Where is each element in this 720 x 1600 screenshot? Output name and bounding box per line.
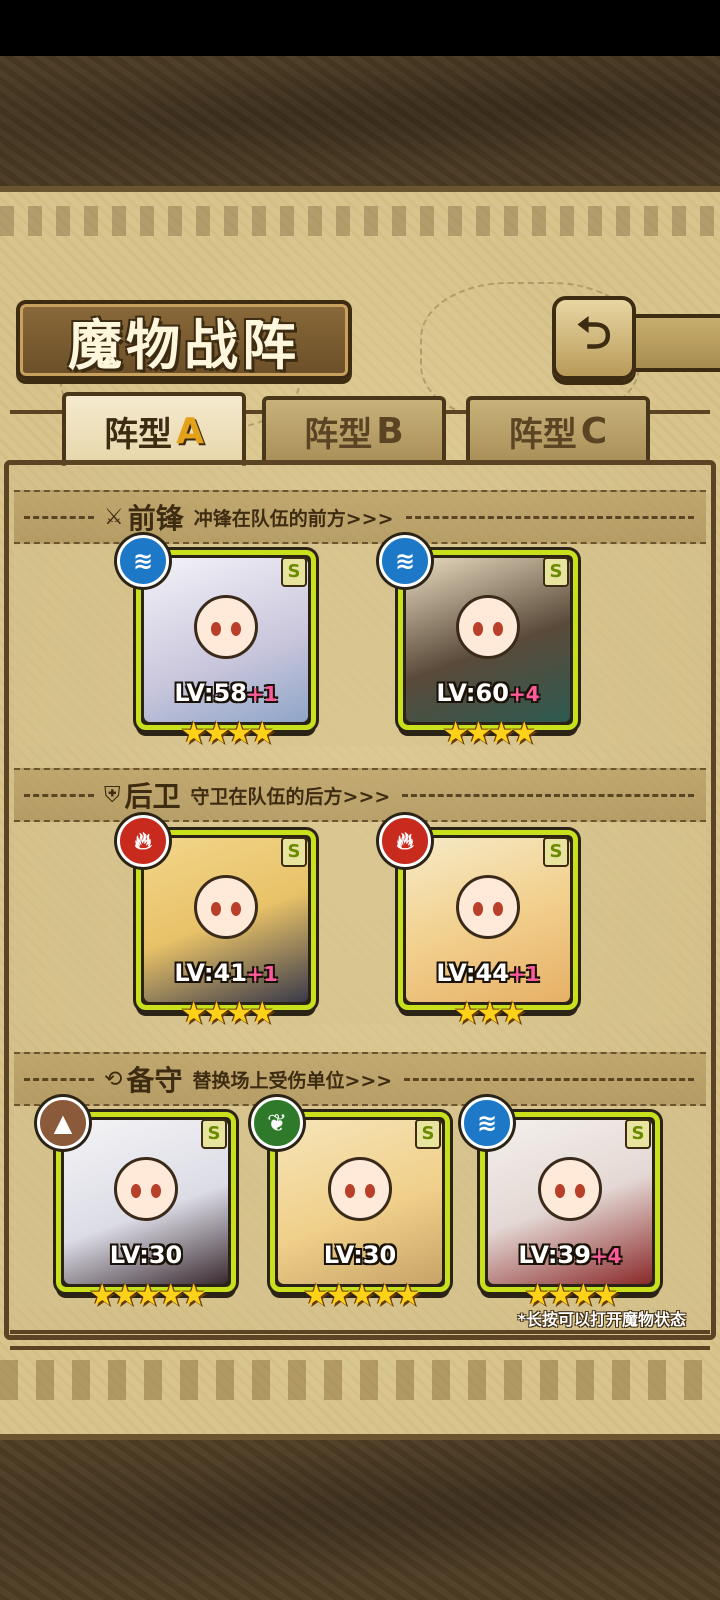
rank-badge: S xyxy=(281,837,307,867)
divider xyxy=(24,515,94,519)
return-arrow-icon: ⮌ xyxy=(576,307,612,359)
tab-label: 阵型 xyxy=(304,414,373,455)
monster-face xyxy=(538,1156,602,1221)
shield-icon: ⛨ xyxy=(104,782,121,808)
star-rating: ★★★★ xyxy=(180,996,276,1031)
front-row xyxy=(14,546,706,746)
section-desc: 守卫在队伍的后方>>> xyxy=(190,785,391,808)
star-rating: ★★★★★ xyxy=(88,1278,207,1313)
tab-label: 阵型 xyxy=(104,414,173,455)
star-rating: ★★★ xyxy=(453,996,527,1031)
fire-element-icon: 🔥︎ xyxy=(117,815,169,867)
level-value: LV:60 xyxy=(436,679,509,707)
level-bonus: +1 xyxy=(508,962,540,986)
tab-letter: A xyxy=(176,410,204,452)
monster-face xyxy=(194,594,258,659)
rank-badge: S xyxy=(415,1119,441,1149)
level-label: LV:60+4 xyxy=(403,679,573,707)
back-row xyxy=(14,824,706,1024)
tab-formation-b[interactable]: 阵型 B xyxy=(262,396,446,462)
water-element-icon: ≋ xyxy=(117,535,169,587)
monster-face xyxy=(328,1156,392,1221)
scroll-fringe xyxy=(0,1360,720,1400)
divider xyxy=(402,793,694,797)
monster-card-reserve-3[interactable]: S ≋ LV:39+4 ★★★★ xyxy=(461,1097,660,1313)
page-title: 魔物战阵 xyxy=(16,300,352,380)
tab-letter: B xyxy=(376,410,404,452)
monster-face xyxy=(456,594,520,659)
level-value: LV:44 xyxy=(436,959,509,987)
section-desc: 冲锋在队伍的前方>>> xyxy=(193,507,394,530)
map-background-bottom xyxy=(0,1440,720,1600)
level-label: LV:41+1 xyxy=(141,959,311,987)
level-value: LV:30 xyxy=(323,1241,397,1269)
tab-label: 阵型 xyxy=(508,414,577,455)
level-value: LV:30 xyxy=(109,1241,183,1269)
level-label: LV:39+4 xyxy=(485,1241,655,1269)
level-bonus: +1 xyxy=(246,962,278,986)
water-element-icon: ≋ xyxy=(461,1097,513,1149)
monster-card-reserve-1[interactable]: S ▲ LV:30 ★★★★★ xyxy=(37,1097,236,1313)
monster-card-back-1[interactable]: S 🔥︎ LV:41+1 ★★★★ xyxy=(117,815,316,1031)
star-rating: ★★★★★ xyxy=(302,1278,421,1313)
status-bar xyxy=(0,0,720,56)
monster-face xyxy=(114,1156,178,1221)
monster-card-reserve-2[interactable]: S ❦ LV:30 ★★★★★ xyxy=(251,1097,450,1313)
section-reserve: ⟲ 备守 替换场上受伤单位>>> xyxy=(14,1052,706,1106)
tab-formation-a[interactable]: 阵型 A xyxy=(62,392,246,466)
rank-badge: S xyxy=(201,1119,227,1149)
section-title: 前锋 xyxy=(127,502,184,535)
monster-face xyxy=(456,874,520,939)
tab-formation-c[interactable]: 阵型 C xyxy=(466,396,650,462)
rank-badge: S xyxy=(543,557,569,587)
water-element-icon: ≋ xyxy=(379,535,431,587)
level-bonus: +1 xyxy=(246,682,278,706)
monster-card-front-1[interactable]: S ≋ LV:58+1 ★★★★ xyxy=(117,535,316,751)
divider xyxy=(404,1077,694,1081)
monster-card-front-2[interactable]: S ≋ LV:60+4 ★★★★ xyxy=(379,535,578,751)
divider xyxy=(24,793,94,797)
level-label: LV:30 xyxy=(61,1241,231,1269)
level-label: LV:58+1 xyxy=(141,679,311,707)
rank-badge: S xyxy=(625,1119,651,1149)
divider xyxy=(24,1077,94,1081)
section-desc: 替换场上受伤单位>>> xyxy=(192,1069,393,1092)
swap-icon: ⟲ xyxy=(104,1066,123,1092)
divider xyxy=(405,515,694,519)
wood-element-icon: ❦ xyxy=(251,1097,303,1149)
level-label: LV:30 xyxy=(275,1241,445,1269)
monster-face xyxy=(194,874,258,939)
section-back: ⛨ 后卫 守卫在队伍的后方>>> xyxy=(14,768,706,822)
section-title: 备守 xyxy=(126,1064,183,1097)
level-label: LV:44+1 xyxy=(403,959,573,987)
level-bonus: +4 xyxy=(508,682,540,706)
star-rating: ★★★★ xyxy=(180,716,276,751)
rank-badge: S xyxy=(543,837,569,867)
sword-icon: ⚔ xyxy=(104,504,124,530)
level-value: LV:39 xyxy=(518,1241,591,1269)
rank-badge: S xyxy=(281,557,307,587)
long-press-hint: *长按可以打开魔物状态 xyxy=(517,1310,686,1329)
tab-letter: C xyxy=(580,410,608,452)
section-title: 后卫 xyxy=(124,780,181,813)
map-background-top xyxy=(0,56,720,186)
monster-card-back-2[interactable]: S 🔥︎ LV:44+1 ★★★ xyxy=(379,815,578,1031)
page-title-text: 魔物战阵 xyxy=(68,312,300,377)
section-front: ⚔ 前锋 冲锋在队伍的前方>>> xyxy=(14,490,706,544)
level-value: LV:41 xyxy=(174,959,247,987)
level-value: LV:58 xyxy=(174,679,247,707)
earth-element-icon: ▲ xyxy=(37,1097,89,1149)
panel-base xyxy=(10,1330,710,1350)
back-button[interactable]: ⮌ xyxy=(552,296,636,380)
fire-element-icon: 🔥︎ xyxy=(379,815,431,867)
level-bonus: +4 xyxy=(590,1244,622,1268)
star-rating: ★★★★ xyxy=(442,716,538,751)
